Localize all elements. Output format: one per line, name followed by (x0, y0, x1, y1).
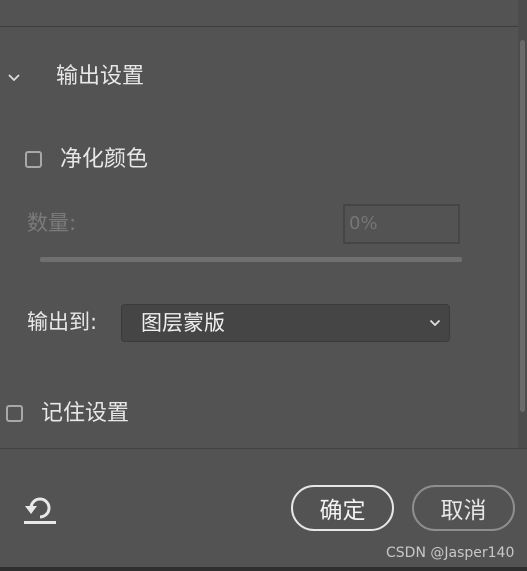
footer-divider (0, 448, 527, 449)
decontaminate-label[interactable]: 净化颜色 (60, 145, 148, 175)
remember-settings-label[interactable]: 记住设置 (41, 399, 129, 429)
output-to-label: 输出到: (27, 310, 98, 334)
reset-icon[interactable] (22, 494, 58, 526)
remember-settings-checkbox[interactable] (6, 405, 23, 422)
output-to-value: 图层蒙版 (141, 311, 225, 335)
scrollbar-thumb[interactable] (520, 40, 525, 412)
bottom-edge (0, 567, 527, 571)
watermark: CSDN @Jasper140 (386, 545, 515, 561)
decontaminate-checkbox[interactable] (25, 151, 42, 168)
output-to-select[interactable]: 图层蒙版 (121, 304, 450, 342)
ok-button[interactable]: 确定 (291, 485, 394, 531)
chevron-down-icon (429, 319, 441, 327)
amount-input: 0% (343, 204, 460, 244)
amount-label: 数量: (27, 211, 77, 235)
cancel-button[interactable]: 取消 (412, 485, 515, 531)
section-title: 输出设置 (56, 64, 145, 89)
amount-slider (40, 257, 462, 262)
top-divider (0, 26, 527, 27)
chevron-down-icon[interactable] (6, 70, 22, 86)
